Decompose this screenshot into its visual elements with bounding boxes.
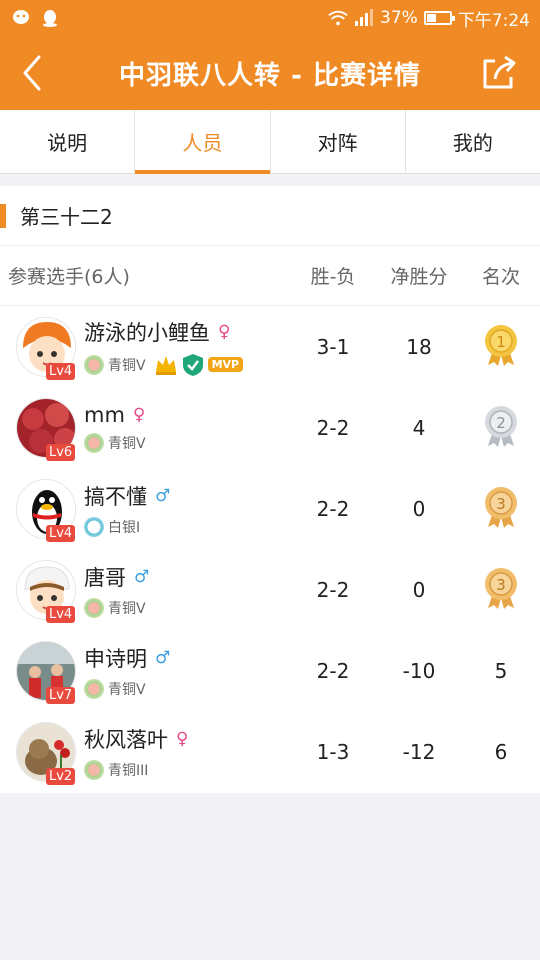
bronze-tier-icon: [84, 597, 104, 618]
level-badge: Lv6: [46, 443, 76, 461]
player-row[interactable]: Lv4 搞不懂 ♂ 白银I 2-2 0 3: [0, 468, 540, 549]
level-badge: Lv7: [46, 686, 76, 704]
net-points: -10: [402, 658, 436, 683]
players-panel: 第三十二2 参赛选手(6人) 胜-负 净胜分 名次 Lv4 游泳的小鲤鱼 ♀ 青…: [0, 186, 540, 793]
net-points: -12: [402, 739, 436, 764]
player-row[interactable]: Lv4 唐哥 ♂ 青铜V 2-2 0 3: [0, 549, 540, 630]
rank-number: 3: [496, 576, 506, 594]
avatar[interactable]: Lv4: [16, 316, 76, 380]
tab-mine[interactable]: 我的: [406, 110, 540, 173]
avatar[interactable]: Lv2: [16, 721, 76, 785]
tab-players[interactable]: 人员: [135, 110, 271, 174]
clock: 下午7:24: [457, 10, 530, 31]
share-button[interactable]: [478, 52, 520, 94]
player-tier: 青铜V: [108, 600, 146, 617]
avatar[interactable]: Lv4: [16, 478, 76, 542]
win-loss: 1-3: [316, 739, 350, 764]
player-row[interactable]: Lv2 秋风落叶 ♀ 青铜III 1-3 -12 6: [0, 711, 540, 792]
back-button[interactable]: [10, 50, 54, 96]
level-badge: Lv4: [46, 524, 76, 542]
win-loss: 2-2: [316, 658, 350, 683]
level-badge: Lv4: [46, 362, 76, 380]
net-points: 18: [406, 334, 432, 359]
bronze-tier-icon: [84, 759, 104, 780]
player-name: 游泳的小鲤鱼: [84, 320, 210, 345]
rank-number: 2: [496, 414, 506, 432]
rank-number: 5: [494, 658, 508, 683]
female-icon: ♀: [176, 728, 189, 749]
player-name: 秋风落叶: [84, 727, 168, 752]
net-points: 0: [412, 496, 426, 521]
rank-number: 1: [496, 333, 506, 351]
avatar[interactable]: Lv7: [16, 640, 76, 704]
level-badge: Lv2: [46, 767, 76, 785]
gold-medal-icon: 1: [485, 324, 517, 366]
female-icon: ♀: [218, 321, 231, 342]
wifi-icon: [328, 10, 348, 26]
net-points: 0: [412, 577, 426, 602]
win-loss: 2-2: [316, 496, 350, 521]
player-name: 申诗明: [84, 646, 147, 671]
accent-bar: [0, 204, 6, 228]
player-tier: 白银I: [108, 519, 141, 536]
tab-bar: 说明 人员 对阵 我的: [0, 110, 540, 174]
level-badge: Lv4: [46, 605, 76, 623]
battery-percent: 37%: [380, 8, 418, 28]
battery-icon: [423, 11, 455, 25]
win-loss: 3-1: [316, 334, 350, 359]
avatar[interactable]: Lv6: [16, 397, 76, 461]
player-name: 搞不懂: [84, 484, 147, 509]
player-tier: 青铜V: [108, 681, 146, 698]
status-bar: 37% 下午7:24: [0, 0, 540, 36]
avatar[interactable]: Lv4: [16, 559, 76, 623]
bronze-tier-icon: [84, 432, 104, 453]
mvp-badge: MVP: [207, 357, 244, 372]
table-header: 参赛选手(6人) 胜-负 净胜分 名次: [0, 246, 540, 306]
player-row[interactable]: Lv7 申诗明 ♂ 青铜V 2-2 -10 5: [0, 630, 540, 711]
win-loss: 2-2: [316, 577, 350, 602]
header-players: 参赛选手(6人): [8, 266, 130, 288]
qq-icon: [43, 10, 57, 27]
group-header: 第三十二2: [0, 186, 540, 246]
player-row[interactable]: Lv6 mm ♀ 青铜V 2-2 4 2: [0, 387, 540, 468]
header-win-loss: 胜-负: [310, 266, 356, 288]
shield-icon: [182, 353, 203, 376]
player-tier: 青铜V: [108, 435, 146, 452]
wechat-icon: [13, 10, 29, 24]
player-tier: 青铜III: [108, 762, 149, 779]
share-icon: [483, 55, 516, 89]
male-icon: ♂: [155, 485, 171, 506]
bronze-medal-icon: 3: [485, 567, 517, 609]
male-icon: ♂: [134, 566, 150, 587]
signal-icon: [355, 9, 374, 26]
player-name: mm: [84, 402, 125, 427]
tab-description[interactable]: 说明: [0, 110, 136, 173]
male-icon: ♂: [155, 647, 171, 668]
rank-number: 6: [494, 739, 508, 764]
silver-medal-icon: 2: [485, 405, 517, 447]
header-rank: 名次: [481, 266, 520, 288]
tab-matchups[interactable]: 对阵: [271, 110, 406, 173]
crown-icon: [155, 355, 176, 375]
silver-tier-icon: [84, 516, 104, 537]
bronze-tier-icon: [84, 354, 104, 375]
group-title: 第三十二2: [20, 205, 113, 229]
header-net-points: 净胜分: [390, 266, 448, 288]
net-points: 4: [412, 415, 426, 440]
player-tier: 青铜V: [108, 357, 146, 374]
app-header: 中羽联八人转 - 比赛详情: [0, 36, 540, 110]
page-title: 中羽联八人转 - 比赛详情: [119, 60, 421, 91]
player-row[interactable]: Lv4 游泳的小鲤鱼 ♀ 青铜V MVP 3-1 18 1: [0, 306, 540, 387]
win-loss: 2-2: [316, 415, 350, 440]
rank-number: 3: [496, 495, 506, 513]
female-icon: ♀: [132, 404, 146, 425]
bronze-tier-icon: [84, 678, 104, 699]
bronze-medal-icon: 3: [485, 486, 517, 528]
chevron-left-icon: [23, 55, 41, 91]
player-name: 唐哥: [84, 565, 126, 590]
